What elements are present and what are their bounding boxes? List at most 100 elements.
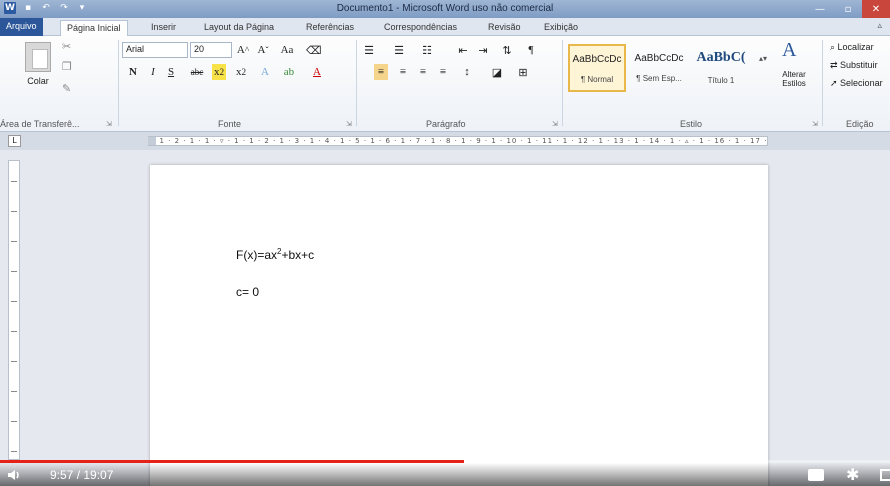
find-label: Localizar: [837, 42, 874, 52]
find-button[interactable]: ⌕ Localizar: [830, 42, 874, 53]
ruler-tick: [11, 391, 17, 392]
constant-line[interactable]: c= 0: [236, 285, 259, 299]
tab-correspondencias[interactable]: Correspondências: [378, 20, 463, 36]
tab-exibicao[interactable]: Exibição: [538, 20, 584, 36]
format-painter-icon[interactable]: ✎: [62, 82, 71, 95]
justify-icon[interactable]: ≡: [436, 64, 450, 80]
ruler-tick: [11, 271, 17, 272]
change-styles-label[interactable]: Alterar Estilos: [774, 70, 814, 88]
title-bar: W ▪ ↶ ↷ ▾ Documento1 - Microsoft Word us…: [0, 0, 890, 18]
tab-arquivo[interactable]: Arquivo: [0, 18, 43, 36]
equation-line[interactable]: F(x)=ax2+bx+c: [236, 247, 314, 262]
style-normal[interactable]: AaBbCcDc ¶ Normal: [568, 44, 626, 92]
styles-group-label: Estilo: [680, 119, 703, 129]
select-label: Selecionar: [840, 78, 883, 88]
fullscreen-icon[interactable]: [880, 469, 890, 481]
paragraph-launcher-icon[interactable]: ⇲: [552, 120, 558, 128]
style-titulo-1[interactable]: AaBbC( Título 1: [692, 44, 750, 92]
tab-referencias[interactable]: Referências: [300, 20, 360, 36]
clear-format-icon[interactable]: ⌫: [306, 42, 322, 58]
cursor-icon: ➚: [830, 78, 841, 88]
paragraph-group-label: Parágrafo: [426, 119, 466, 129]
style-sample: AaBbCcDc: [572, 54, 622, 65]
style-sample: AaBbCcDc: [634, 53, 684, 64]
change-case-icon[interactable]: Aa: [280, 42, 294, 58]
decrease-indent-icon[interactable]: ⇤: [456, 42, 470, 58]
equation-base: F(x)=ax: [236, 248, 278, 262]
copy-icon[interactable]: ❐: [62, 60, 72, 73]
font-launcher-icon[interactable]: ⇲: [346, 120, 352, 128]
replace-label: Substituir: [840, 60, 878, 70]
tab-inserir[interactable]: Inserir: [145, 20, 182, 36]
video-controls: 9:57 / 19:07 ✱: [0, 463, 890, 486]
align-left-icon[interactable]: ≡: [374, 64, 388, 80]
show-marks-icon[interactable]: ¶: [524, 42, 538, 58]
paste-button[interactable]: Colar: [20, 42, 56, 86]
vertical-ruler[interactable]: [8, 160, 20, 460]
window-controls: — ▫ ✕: [806, 0, 890, 18]
word-window: W ▪ ↶ ↷ ▾ Documento1 - Microsoft Word us…: [0, 0, 890, 486]
paste-label: Colar: [27, 76, 49, 86]
subtitles-icon[interactable]: [808, 469, 824, 481]
ribbon: Colar ✂ ❐ ✎ Área de Transferê... ⇲ Arial…: [0, 36, 890, 132]
multilevel-list-icon[interactable]: ☷: [420, 42, 434, 58]
gear-icon[interactable]: ✱: [846, 467, 859, 483]
editing-group-label: Edição: [846, 119, 874, 129]
document-page[interactable]: F(x)=ax2+bx+c c= 0: [150, 165, 768, 486]
style-name: ¶ Sem Esp...: [636, 74, 682, 83]
line-spacing-icon[interactable]: ↕: [460, 64, 474, 80]
ruler-bar: L · 1 · 2 · 1 · 1 · ▿ · 1 · 1 · 2 · 1 · …: [0, 132, 890, 150]
superscript-icon[interactable]: x2: [234, 64, 248, 80]
group-divider: [562, 40, 563, 126]
maximize-button[interactable]: ▫: [834, 0, 862, 18]
video-time: 9:57 / 19:07: [50, 468, 114, 482]
select-button[interactable]: ➚ Selecionar: [830, 78, 883, 89]
group-divider: [822, 40, 823, 126]
tab-revisao[interactable]: Revisão: [482, 20, 527, 36]
shrink-font-icon[interactable]: Aˇ: [256, 42, 270, 58]
document-area: F(x)=ax2+bx+c c= 0: [0, 150, 890, 486]
tab-selector[interactable]: L: [8, 135, 21, 147]
font-name-box[interactable]: Arial: [122, 42, 188, 58]
font-group-label: Fonte: [218, 119, 242, 129]
numbering-icon[interactable]: ☰: [392, 42, 406, 58]
replace-button[interactable]: ⇄ Substituir: [830, 60, 878, 71]
window-title: Documento1 - Microsoft Word uso não come…: [336, 3, 554, 14]
italic-icon[interactable]: I: [146, 64, 160, 80]
text-effects-icon[interactable]: A: [258, 64, 272, 80]
minimize-button[interactable]: —: [806, 0, 834, 18]
close-button[interactable]: ✕: [862, 0, 890, 18]
clipboard-launcher-icon[interactable]: ⇲: [106, 120, 112, 128]
sort-icon[interactable]: ⇅: [500, 42, 514, 58]
replace-icon: ⇄: [830, 60, 841, 70]
tab-pagina-inicial[interactable]: Página Inicial: [60, 20, 128, 36]
font-color-icon[interactable]: A: [310, 64, 324, 80]
align-right-icon[interactable]: ≡: [416, 64, 430, 80]
volume-icon[interactable]: [6, 467, 22, 483]
strikethrough-icon[interactable]: abc: [190, 64, 204, 80]
style-name: Título 1: [707, 76, 735, 85]
ruler-tick: [11, 331, 17, 332]
tab-layout-da-pagina[interactable]: Layout da Página: [198, 20, 280, 36]
ruler-tick: [11, 211, 17, 212]
underline-icon[interactable]: S: [164, 64, 178, 80]
horizontal-ruler[interactable]: · 1 · 2 · 1 · 1 · ▿ · 1 · 1 · 2 · 1 · 3 …: [148, 136, 768, 146]
highlight-color-icon[interactable]: ab: [282, 64, 296, 80]
change-styles-icon[interactable]: A: [782, 39, 796, 61]
bullets-icon[interactable]: ☰: [362, 42, 376, 58]
style-sem-espacamento[interactable]: AaBbCcDc ¶ Sem Esp...: [630, 44, 688, 92]
shading-icon[interactable]: ◪: [490, 64, 504, 80]
font-size-box[interactable]: 20: [190, 42, 232, 58]
cut-icon[interactable]: ✂: [62, 40, 71, 53]
group-divider: [118, 40, 119, 126]
styles-launcher-icon[interactable]: ⇲: [812, 120, 818, 128]
align-center-icon[interactable]: ≡: [396, 64, 410, 80]
grow-font-icon[interactable]: A ^: [236, 42, 250, 58]
bold-icon[interactable]: N: [126, 64, 140, 80]
ribbon-collapse-icon[interactable]: ▵: [877, 21, 882, 31]
ruler-tick: [11, 181, 17, 182]
borders-icon[interactable]: ⊞: [516, 64, 530, 80]
styles-scroll-icon[interactable]: ▴▾: [756, 50, 770, 66]
subscript-icon[interactable]: x2: [212, 64, 226, 80]
increase-indent-icon[interactable]: ⇥: [476, 42, 490, 58]
